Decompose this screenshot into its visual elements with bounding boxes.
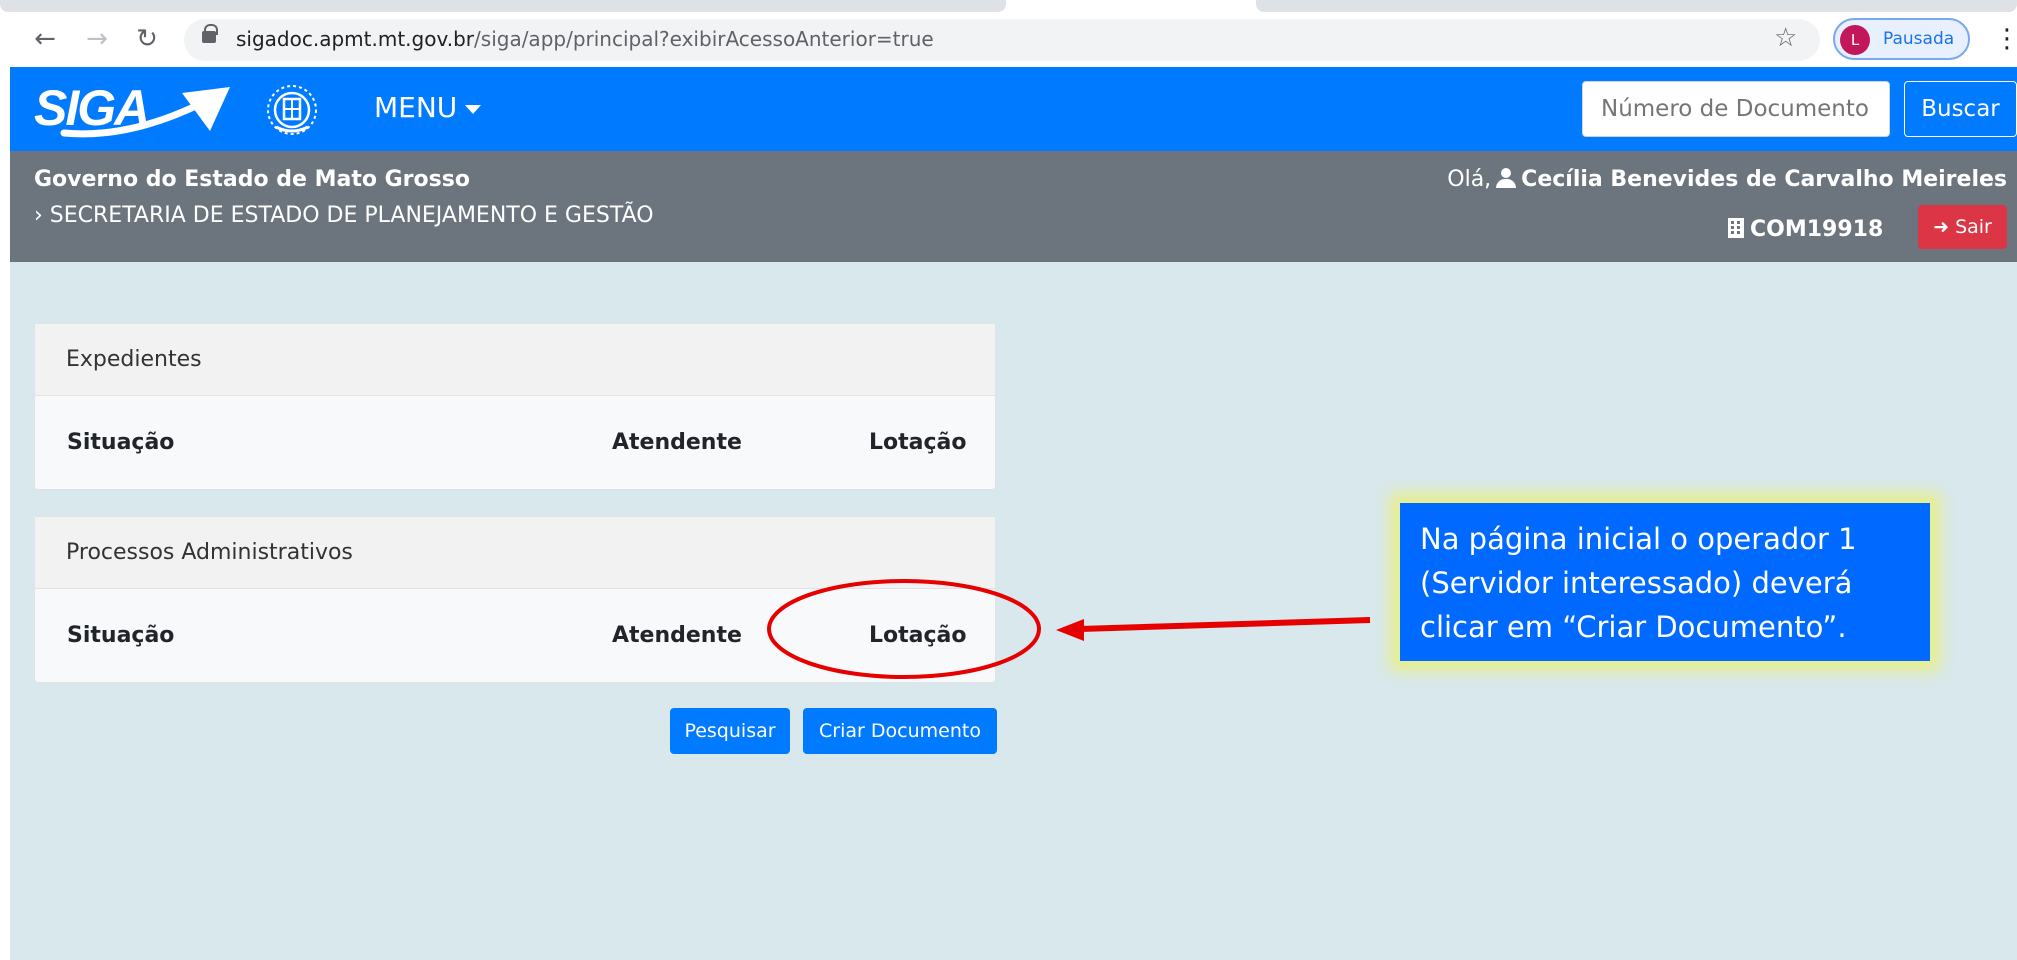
url-host: sigadoc.apmt.mt.gov.br [236, 27, 475, 51]
document-number-input[interactable] [1582, 81, 1890, 137]
bookmark-star-icon[interactable]: ☆ [1774, 23, 1797, 53]
column-header-situacao: Situação [67, 430, 175, 455]
siga-logo[interactable]: SIGA [34, 79, 234, 139]
panel-title: Processos Administrativos [35, 517, 995, 589]
forward-arrow-icon[interactable]: → [80, 22, 114, 56]
organization-name: Governo do Estado de Mato Grosso [34, 167, 470, 192]
reload-icon[interactable]: ↻ [130, 22, 164, 56]
processos-panel: Processos Administrativos Situação Atend… [34, 516, 996, 683]
column-header-situacao: Situação [67, 623, 175, 648]
caret-down-icon [465, 104, 482, 114]
column-header-lotacao: Lotação [869, 623, 967, 648]
main-content: Expedientes Situação Atendente Lotação P… [10, 262, 2017, 960]
lotacao-code: COM19918 [1750, 217, 1884, 242]
url-path: /siga/app/principal?exibirAcessoAnterior… [474, 27, 934, 51]
main-menu-toggle[interactable]: MENU [374, 91, 482, 124]
browser-toolbar: ← → ↻ sigadoc.apmt.mt.gov.br/siga/app/pr… [0, 0, 2017, 66]
profile-status-label: Pausada [1883, 29, 1955, 49]
user-icon [1495, 168, 1517, 188]
avatar: L [1840, 25, 1870, 55]
address-bar[interactable]: sigadoc.apmt.mt.gov.br/siga/app/principa… [184, 19, 1820, 61]
sign-out-icon: ➜ [1933, 216, 1950, 238]
column-header-lotacao: Lotação [869, 430, 967, 455]
pesquisar-button[interactable]: Pesquisar [670, 708, 790, 754]
user-name: Cecília Benevides de Carvalho Meireles [1521, 167, 2007, 192]
more-vertical-icon[interactable]: ⋮ [1994, 24, 2017, 54]
lock-icon [202, 24, 218, 43]
table-header-row: Situação Atendente Lotação [35, 589, 995, 682]
criar-documento-button[interactable]: Criar Documento [803, 708, 997, 754]
logout-button[interactable]: ➜ Sair [1918, 205, 2007, 249]
back-arrow-icon[interactable]: ← [28, 22, 62, 56]
table-header-row: Situação Atendente Lotação [35, 396, 995, 489]
browser-tab-left[interactable] [0, 0, 1006, 12]
user-greeting: Olá, Cecília Benevides de Carvalho Meirel… [1447, 167, 2007, 192]
logout-label: Sair [1955, 216, 1992, 238]
url-text: sigadoc.apmt.mt.gov.br/siga/app/principa… [236, 27, 934, 51]
column-header-atendente: Atendente [612, 430, 742, 455]
search-button[interactable]: Buscar [1904, 81, 2017, 137]
profile-button[interactable]: L Pausada [1833, 18, 1970, 60]
instruction-callout: Na página inicial o operador 1 (Servidor… [1400, 503, 1930, 661]
state-emblem-icon [267, 85, 317, 135]
app-navbar: SIGA MENU Buscar [10, 67, 2017, 151]
lotacao-indicator: COM19918 [1728, 217, 1883, 242]
expedientes-panel: Expedientes Situação Atendente Lotação [34, 323, 996, 490]
menu-label: MENU [374, 91, 458, 124]
greeting-prefix: Olá, [1447, 167, 1492, 192]
column-header-atendente: Atendente [612, 623, 742, 648]
panel-title: Expedientes [35, 324, 995, 396]
screen: ← → ↻ sigadoc.apmt.mt.gov.br/siga/app/pr… [0, 0, 2017, 960]
browser-tab-right[interactable] [1256, 0, 2017, 12]
department-name: › SECRETARIA DE ESTADO DE PLANEJAMENTO E… [34, 203, 654, 228]
logo-arrow-icon [60, 87, 230, 138]
building-icon [1728, 218, 1744, 238]
user-info-bar: Governo do Estado de Mato Grosso › SECRE… [10, 151, 2017, 262]
